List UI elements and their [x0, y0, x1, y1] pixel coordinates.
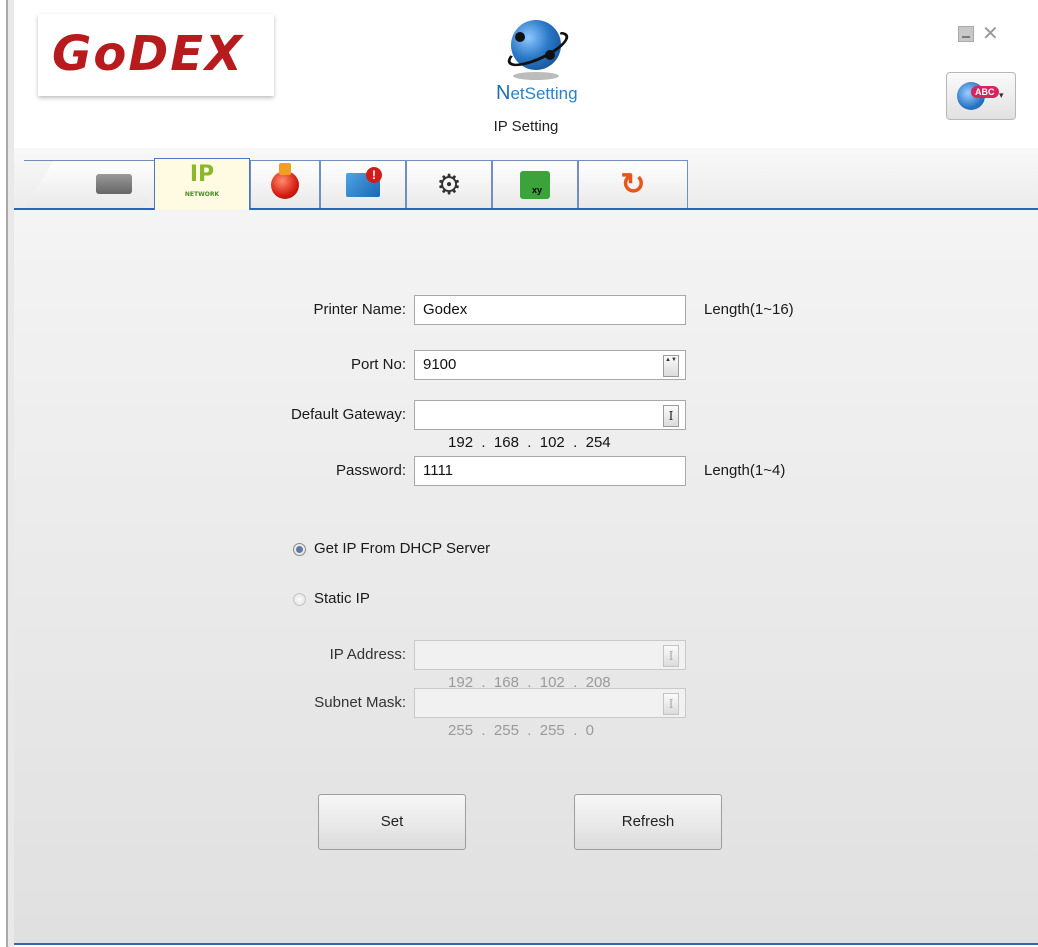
netsetting-globe-icon — [503, 20, 573, 80]
tools-icon: ⚙ — [436, 168, 462, 200]
dhcp-radio[interactable] — [293, 543, 306, 556]
port-no-label: Port No: — [350, 356, 406, 373]
ip-setting-panel: Printer Name: Godex Length(1~16) Port No… — [14, 210, 1038, 945]
ip-address-input[interactable]: 192 . 168 . 102 . 208 I — [414, 640, 686, 691]
tab-tools[interactable]: ⚙ — [406, 160, 492, 208]
port-no-value: 9100 — [423, 356, 457, 373]
set-button[interactable]: Set — [318, 794, 466, 850]
printer-name-label: Printer Name: — [313, 301, 406, 318]
tab-alert[interactable] — [250, 160, 320, 208]
static-ip-radio[interactable] — [293, 593, 306, 606]
static-ip-radio-label[interactable]: Static IP — [314, 589, 370, 609]
printer-name-length-hint: Length(1~16) — [704, 301, 794, 318]
tab-refresh[interactable]: ↻ — [578, 160, 688, 208]
printer-icon — [96, 174, 132, 194]
default-gateway-label: Default Gateway: — [290, 406, 406, 423]
refresh-button[interactable]: Refresh — [574, 794, 722, 850]
tab-email[interactable] — [320, 160, 406, 208]
ip-address-label: IP Address: — [329, 646, 406, 663]
mail-alert-icon — [346, 166, 382, 197]
ip-edit-icon[interactable]: I — [663, 645, 679, 667]
ip-edit-icon[interactable]: I — [663, 405, 679, 427]
tab-strip: IPNETWORK ⚙ ↻ — [14, 148, 1038, 210]
header: GoDEX NetSetting IP Setting ✕ ABC ▾ — [14, 0, 1038, 149]
refresh-icon: ↻ — [620, 167, 646, 201]
subnet-mask-value: 255 . 255 . 255 . 0 — [448, 722, 594, 739]
alarm-button-icon — [271, 162, 299, 199]
godex-logo: GoDEX — [38, 14, 274, 96]
xy-icon — [520, 170, 550, 199]
subnet-mask-label: Subnet Mask: — [314, 694, 406, 711]
subnet-mask-input[interactable]: 255 . 255 . 255 . 0 I — [414, 688, 686, 739]
minimize-icon[interactable] — [958, 26, 974, 42]
default-gateway-value: 192 . 168 . 102 . 254 — [448, 434, 611, 451]
default-gateway-input[interactable]: 192 . 168 . 102 . 254 I — [414, 400, 686, 451]
spin-arrows-icon[interactable]: ▲▼ — [663, 355, 679, 377]
password-length-hint: Length(1~4) — [704, 462, 786, 479]
tab-coordinates[interactable] — [492, 160, 578, 208]
ip-network-icon: IP NETWORK — [184, 161, 220, 198]
printer-name-input[interactable]: Godex — [414, 295, 686, 325]
netsetting-window: GoDEX NetSetting IP Setting ✕ ABC ▾ IP NE… — [14, 0, 1038, 945]
language-button[interactable]: ABC ▾ — [946, 72, 1016, 120]
password-input[interactable]: 1111 — [414, 456, 686, 486]
port-no-stepper[interactable]: 9100 ▲▼ — [414, 350, 686, 380]
ip-edit-icon[interactable]: I — [663, 693, 679, 715]
close-icon[interactable]: ✕ — [982, 24, 999, 44]
chevron-down-icon: ▾ — [999, 90, 1004, 100]
language-badge: ABC — [971, 86, 999, 98]
password-label: Password: — [335, 462, 406, 479]
page-title: IP Setting — [493, 118, 559, 135]
tab-ip-network[interactable]: IP NETWORK — [154, 158, 250, 210]
logo-text: GoDEX — [52, 26, 245, 82]
netsetting-brand: NetSetting — [496, 82, 578, 104]
dhcp-radio-label[interactable]: Get IP From DHCP Server — [314, 539, 490, 559]
window-left-edge — [0, 0, 14, 947]
